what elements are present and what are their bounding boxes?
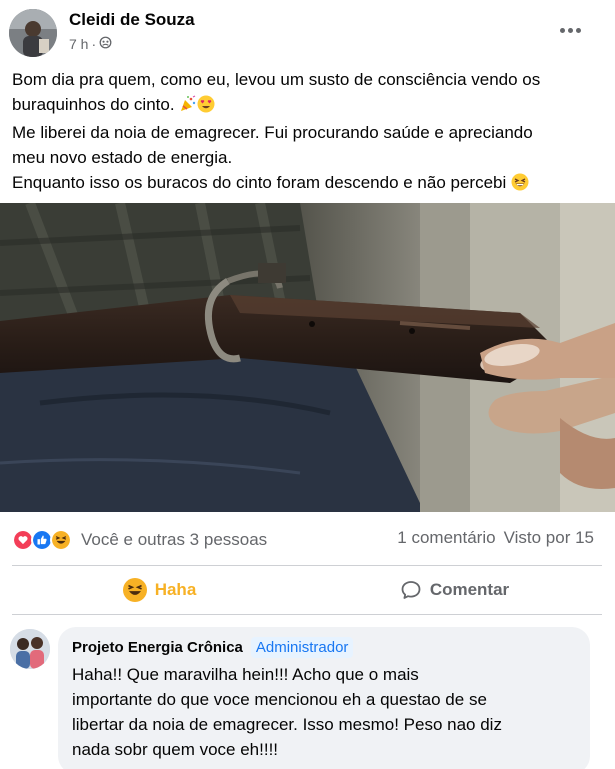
- reactions-text[interactable]: Você e outras 3 pessoas: [81, 530, 267, 550]
- comment-text-line: libertar da noia de emagrecer. Isso mesm…: [72, 715, 502, 734]
- post-header: Cleidi de Souza 7 h ·: [0, 0, 615, 62]
- author-avatar[interactable]: [9, 9, 57, 57]
- comment-text-line: importante do que voce mencionou eh a qu…: [72, 690, 487, 709]
- reaction-icons: [12, 529, 72, 551]
- comment-text: Haha!! Que maravilha hein!!! Acho que o …: [72, 662, 576, 762]
- post-photo[interactable]: [0, 203, 615, 512]
- comment-label: Comentar: [429, 580, 510, 599]
- post-text-line: Enquanto isso os buracos do cinto foram …: [12, 170, 608, 198]
- meta-separator: ·: [91, 36, 97, 52]
- admin-badge: Administrador: [250, 637, 354, 658]
- haha-label: Haha: [154, 580, 197, 599]
- post-text-line: Me liberei da noia de emagrecer. Fui pro…: [12, 123, 533, 142]
- more-options-icon[interactable]: [557, 20, 583, 40]
- post-text-line: meu novo estado de energia.: [12, 148, 233, 167]
- heart-eyes-icon: [197, 95, 215, 120]
- grinning-squint-icon: [511, 173, 529, 198]
- haha-icon: [122, 578, 147, 602]
- commenter-name[interactable]: Projeto Energia Crônica: [72, 639, 243, 656]
- post-actions: Haha Comentar: [12, 566, 602, 614]
- comment-text-line: Haha!! Que maravilha hein!!! Acho que o …: [72, 665, 419, 684]
- comment-text-line: nada sobr quem voce eh!!!!: [72, 740, 279, 759]
- party-popper-icon: [179, 95, 197, 120]
- audience-icon[interactable]: [99, 36, 112, 52]
- reactions-summary[interactable]: Você e outras 3 pessoas: [12, 527, 267, 553]
- comment-bubble: Projeto Energia Crônica Administrador Ha…: [58, 627, 590, 769]
- post-text-line: buraquinhos do cinto.: [12, 92, 608, 120]
- author-name[interactable]: Cleidi de Souza: [69, 10, 195, 30]
- post-time[interactable]: 7 h: [69, 36, 88, 52]
- comment-button[interactable]: Comentar: [307, 566, 602, 614]
- commenter-avatar[interactable]: [10, 629, 50, 669]
- haha-reaction-icon: [50, 529, 72, 551]
- comment-header: Projeto Energia Crônica Administrador: [72, 637, 576, 658]
- post-text-line: Bom dia pra quem, como eu, levou um sust…: [12, 70, 541, 89]
- haha-button[interactable]: Haha: [12, 566, 307, 614]
- seen-by[interactable]: Visto por 15: [504, 528, 594, 548]
- post-counts: 1 comentário Visto por 15: [397, 528, 594, 548]
- post-body: Bom dia pra quem, como eu, levou um sust…: [12, 67, 608, 198]
- post-meta: 7 h ·: [69, 36, 112, 52]
- divider: [12, 614, 602, 615]
- comments-count[interactable]: 1 comentário: [397, 528, 495, 548]
- comment-icon: [401, 581, 421, 599]
